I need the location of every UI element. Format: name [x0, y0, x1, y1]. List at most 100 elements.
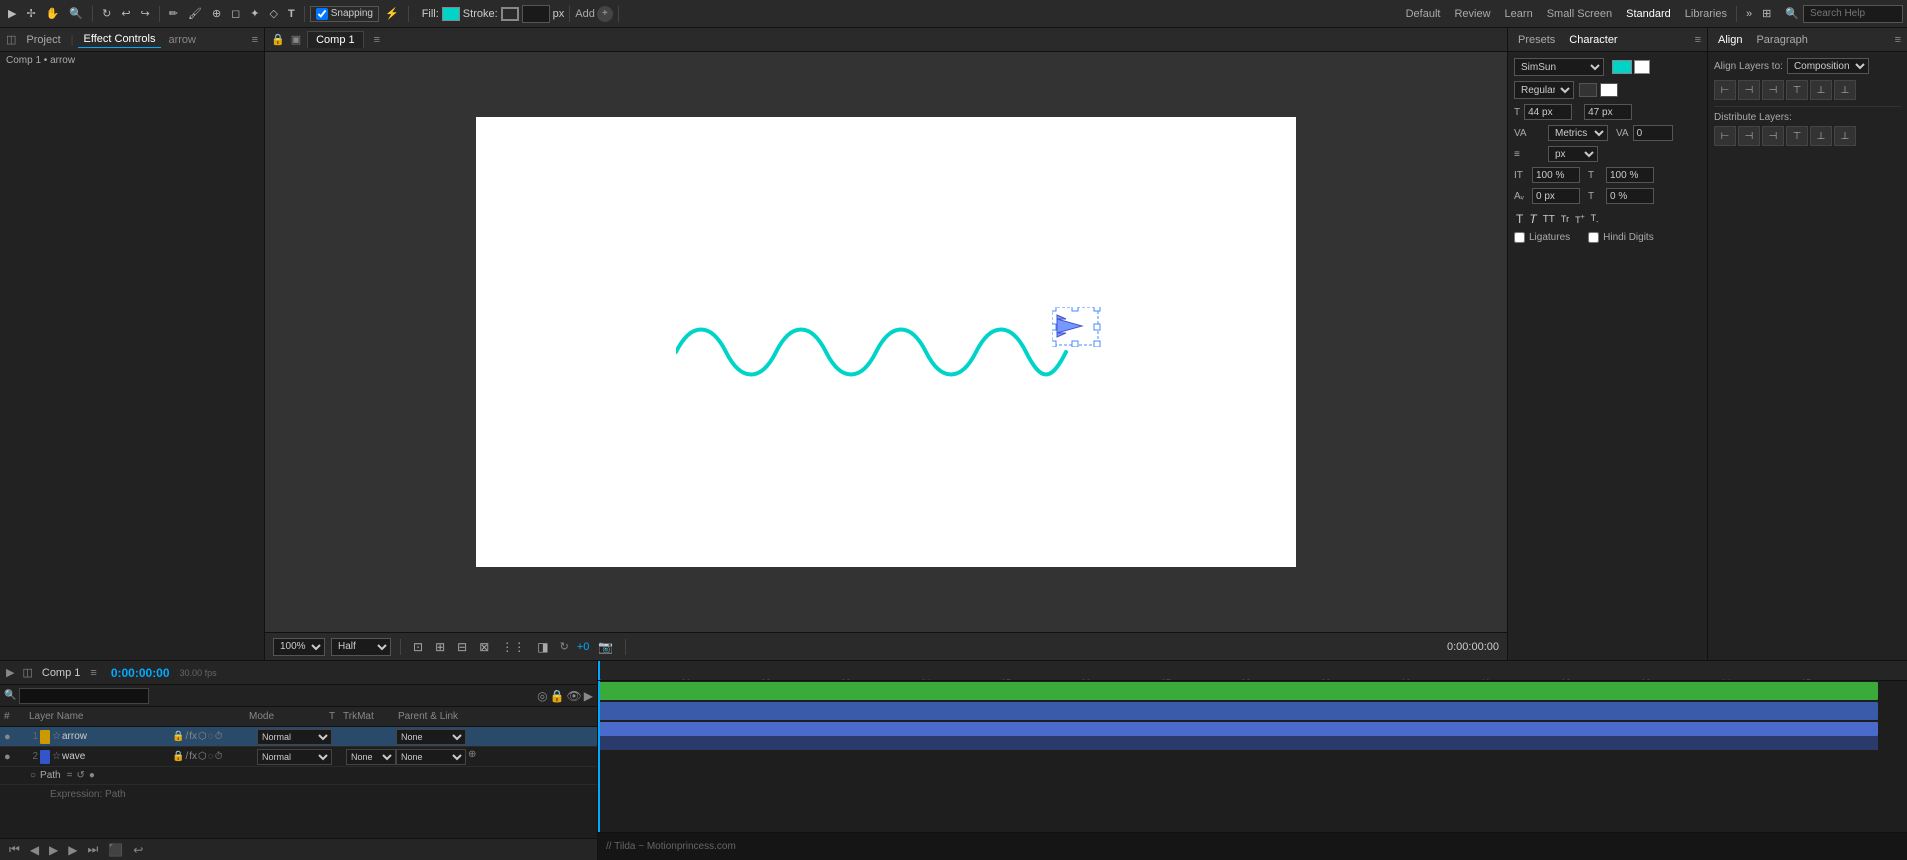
ws-default[interactable]: Default	[1402, 6, 1445, 22]
tl-ram-preview[interactable]: ⬛	[105, 842, 126, 858]
align-menu[interactable]: ≡	[1895, 34, 1901, 46]
align-left-btn[interactable]: ⊢	[1714, 80, 1736, 100]
hindi-digits-checkbox[interactable]	[1588, 232, 1599, 243]
font-stroke-color[interactable]	[1600, 83, 1618, 97]
ws-standard[interactable]: Standard	[1622, 6, 1675, 22]
layer-2-motion[interactable]: ◌	[208, 751, 214, 762]
tool-pen[interactable]: ✏	[165, 5, 182, 22]
dist-top-btn[interactable]: ⊤	[1786, 126, 1808, 146]
layer-1-lock[interactable]: 🔒	[172, 731, 184, 742]
tool-clone[interactable]: ⊕	[208, 5, 225, 22]
font-size-input[interactable]	[1524, 104, 1572, 120]
responsive-design[interactable]: ⊞	[1758, 5, 1775, 22]
indent-select[interactable]: px	[1548, 146, 1598, 162]
layer-1-3d[interactable]: ⬡	[198, 731, 207, 742]
layer-1-time[interactable]: ⏱	[215, 731, 223, 742]
layer-1-collapse[interactable]: /	[185, 731, 188, 742]
tool-select[interactable]: ✢	[22, 5, 39, 22]
font-style-select[interactable]: Regular Bold Italic	[1514, 81, 1574, 99]
font-color-swatch[interactable]	[1612, 60, 1632, 74]
tl-lock-btn[interactable]: 🔒	[550, 689, 565, 703]
character-menu[interactable]: ≡	[1695, 34, 1701, 46]
tsume-input[interactable]	[1606, 188, 1654, 204]
eye-icon-1[interactable]: ●	[4, 731, 11, 743]
layer-2-vis[interactable]: ●	[4, 751, 18, 763]
tool-rotate[interactable]: ↻	[98, 5, 115, 22]
tracking-input[interactable]	[1633, 125, 1673, 141]
ws-small[interactable]: Small Screen	[1543, 6, 1616, 22]
font-name-select[interactable]: SimSun	[1514, 58, 1604, 76]
tl-next-frame[interactable]: ▶	[65, 842, 80, 858]
comp-menu[interactable]: ≡	[374, 34, 380, 46]
layer-1-mode-select[interactable]: Normal Add Multiply	[257, 729, 332, 745]
tool-puppet[interactable]: ✦	[246, 5, 263, 22]
dist-left-btn[interactable]: ⊢	[1714, 126, 1736, 146]
dist-center-h-btn[interactable]: ⊣	[1738, 126, 1760, 146]
roi-btn[interactable]: ⊡	[410, 639, 426, 655]
line-height-input[interactable]	[1584, 104, 1632, 120]
guides-btn[interactable]: ⊟	[454, 639, 470, 655]
more-tools[interactable]: »	[1742, 6, 1756, 22]
tl-search-input[interactable]	[19, 688, 149, 704]
quality-select[interactable]: Half Full Quarter	[331, 638, 391, 656]
dist-bottom-btn[interactable]: ⊥	[1834, 126, 1856, 146]
align-bottom-btn[interactable]: ⊥	[1834, 80, 1856, 100]
tl-first-frame[interactable]: ⏮	[6, 841, 23, 858]
tl-shy-btn[interactable]: 👁	[567, 689, 582, 703]
baseline-input[interactable]	[1532, 188, 1580, 204]
tl-bar-path[interactable]	[598, 722, 1878, 736]
tl-loop[interactable]: ↩	[130, 842, 146, 858]
search-input[interactable]	[1803, 5, 1903, 23]
transparency-btn[interactable]: ◨	[534, 639, 551, 655]
layer-2-mode-select[interactable]: Normal Add	[257, 749, 332, 765]
layer-1-motion[interactable]: ◌	[208, 731, 214, 742]
path-equals[interactable]: =	[67, 770, 73, 781]
snap-options[interactable]: ⚡	[381, 5, 403, 22]
tab-project[interactable]: Project	[20, 32, 66, 48]
layer-2-solo[interactable]: ☆	[52, 751, 62, 762]
tool-zoom[interactable]: 🔍	[65, 5, 87, 22]
tab-presets[interactable]: Presets	[1514, 32, 1559, 48]
snapping-checkbox[interactable]	[316, 8, 328, 20]
horiz-scale-input[interactable]	[1606, 167, 1654, 183]
style-small-caps[interactable]: Tr	[1559, 211, 1571, 227]
layer-2-link-icon[interactable]: ⊕	[468, 749, 476, 765]
align-center-v-btn[interactable]: ⊥	[1810, 80, 1832, 100]
style-bold[interactable]: T	[1514, 211, 1525, 227]
layer-row-1[interactable]: ● 1 ☆ arrow 🔒 / fx ⬡ ◌ ⏱ Normal Add Mult	[0, 727, 597, 747]
align-target-select[interactable]: Composition Selection Layer	[1787, 58, 1869, 74]
layer-2-effects[interactable]: fx	[189, 751, 197, 762]
tl-play[interactable]: ▶	[46, 842, 61, 858]
align-center-h-btn[interactable]: ⊣	[1738, 80, 1760, 100]
style-super[interactable]: T+	[1573, 211, 1587, 227]
tab-character[interactable]: Character	[1565, 32, 1621, 48]
path-expr[interactable]: ●	[89, 770, 95, 781]
tl-solo-btn[interactable]: ◎	[537, 689, 547, 703]
tl-render-btn[interactable]: ▶	[584, 689, 593, 703]
tool-shape[interactable]: ◇	[266, 5, 282, 22]
layer-1-effects[interactable]: fx	[189, 731, 197, 742]
add-icon[interactable]: +	[597, 6, 613, 22]
align-top-btn[interactable]: ⊤	[1786, 80, 1808, 100]
tl-bar-wave[interactable]	[598, 702, 1878, 720]
tl-prev-frame[interactable]: ◀	[27, 842, 42, 858]
tool-text[interactable]: T	[284, 6, 299, 22]
layer-2-3d[interactable]: ⬡	[198, 751, 207, 762]
tab-effect-controls[interactable]: Effect Controls	[78, 31, 162, 48]
tl-ruler[interactable]: 0s 01s 02s 03s 04s 05s 06s 07s 08s 09s 1…	[598, 661, 1907, 681]
stroke-color-swatch[interactable]	[501, 7, 519, 21]
tool-eraser[interactable]: ◻	[227, 5, 244, 22]
tl-menu-icon[interactable]: ≡	[90, 667, 96, 679]
dist-right-btn[interactable]: ⊣	[1762, 126, 1784, 146]
layer-1-parent-select[interactable]: None	[396, 729, 466, 745]
stroke-width-input[interactable]	[522, 5, 550, 23]
tl-bar-expr[interactable]	[598, 736, 1878, 750]
tl-last-frame[interactable]: ⏭	[85, 841, 102, 858]
style-italic[interactable]: T	[1527, 211, 1538, 227]
font-color-white[interactable]	[1634, 60, 1650, 74]
fill-color-swatch[interactable]	[442, 7, 460, 21]
ligatures-checkbox[interactable]	[1514, 232, 1525, 243]
style-all-caps[interactable]: TT	[1541, 211, 1557, 227]
sub-layer-path[interactable]: ○ Path = ↺ ●	[0, 767, 597, 785]
kerning-select[interactable]: Metrics Optical	[1548, 125, 1608, 141]
